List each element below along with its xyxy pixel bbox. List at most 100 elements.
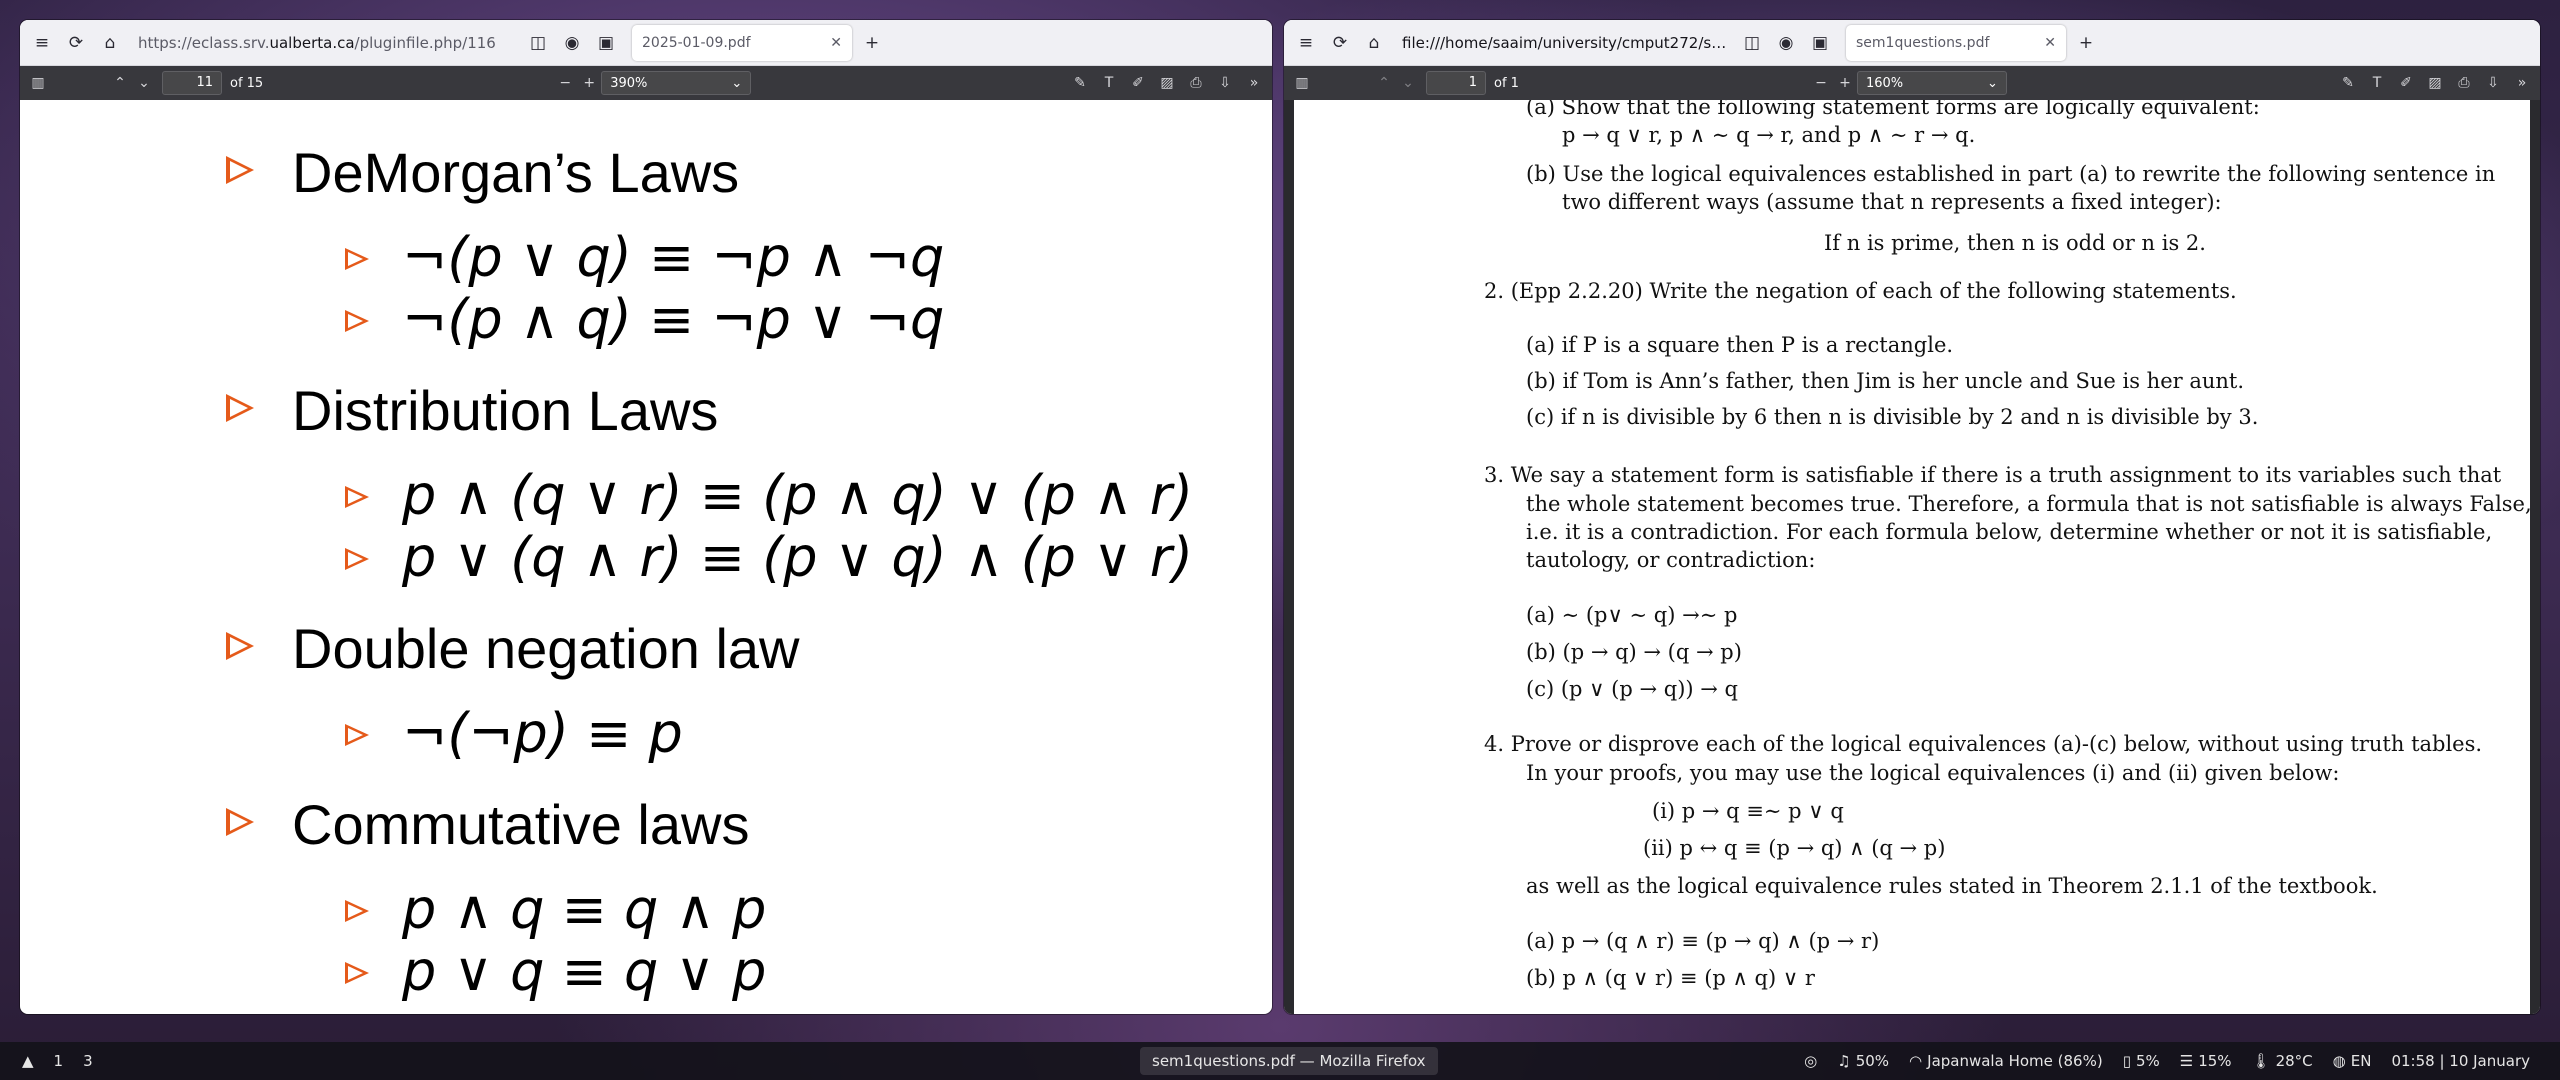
zoom-out-icon[interactable]: − <box>553 71 577 95</box>
menu-icon[interactable]: ≡ <box>28 29 56 57</box>
wifi-indicator[interactable]: ◠ Japanwala Home (86%) <box>1909 1052 2103 1070</box>
next-page-icon[interactable]: ⌄ <box>1396 71 1420 95</box>
q3-line2: the whole statement becomes true. Theref… <box>1526 492 2532 516</box>
zoom-select[interactable]: 160% ⌄ <box>1856 71 2007 95</box>
highlight-icon[interactable]: ✎ <box>1068 71 1092 95</box>
left-pdf-toolbar: ▥ ⌃ ⌄ 11 of 15 − + 390% ⌄ ✎ T ✐ ▨ ⎙ ⇩ » <box>20 66 1272 100</box>
bullet-triangle-icon <box>226 632 254 660</box>
workspace-2[interactable]: 3 <box>83 1052 93 1070</box>
taskbar: ▲ 1 3 sem1questions.pdf — Mozilla Firefo… <box>0 1042 2560 1080</box>
q1b-line1: (b) Use the logical equivalences establi… <box>1526 162 2496 186</box>
print-icon[interactable]: ⎙ <box>1184 71 1208 95</box>
sub-bullet-triangle-icon <box>345 900 369 922</box>
battery-icon: ▯ <box>2122 1052 2131 1070</box>
pocket-icon[interactable]: ◫ <box>1738 29 1766 57</box>
page-number-input[interactable]: 11 <box>162 71 222 95</box>
zoom-out-icon[interactable]: − <box>1809 71 1833 95</box>
more-tools-icon[interactable]: » <box>1242 71 1266 95</box>
volume-indicator[interactable]: ♫ 50% <box>1837 1052 1889 1070</box>
menu-icon[interactable]: ≡ <box>1292 29 1320 57</box>
save-icon[interactable]: ⇩ <box>1213 71 1237 95</box>
q4b: (b) p ∧ (q ∨ r) ≡ (p ∧ q) ∨ r <box>1526 966 1815 990</box>
close-tab-icon[interactable]: ✕ <box>2044 35 2056 51</box>
section-title: DeMorgan’s Laws <box>292 141 740 204</box>
q3b: (b) (p → q) → (q → p) <box>1526 640 1742 664</box>
reload-icon[interactable]: ⟳ <box>1326 29 1354 57</box>
formula: p ∧ q ≡ q ∧ p <box>402 878 767 941</box>
bullet-triangle-icon <box>226 156 254 184</box>
q1b-line3: If n is prime, then n is odd or n is 2. <box>1824 231 2206 255</box>
right-url-bar[interactable]: file:///home/saaim/university/cmput272/s… <box>1402 34 1732 52</box>
battery-indicator[interactable]: ▯ 5% <box>2123 1052 2160 1070</box>
zoom-select[interactable]: 390% ⌄ <box>601 71 752 95</box>
image-icon[interactable]: ▨ <box>1155 71 1179 95</box>
draw-icon[interactable]: ✐ <box>2394 71 2418 95</box>
q4-line3: as well as the logical equivalence rules… <box>1526 874 2378 898</box>
zoom-value: 160% <box>1865 75 1904 91</box>
formula: p ∨ (q ∧ r) ≡ (p ∨ q) ∧ (p ∨ r) <box>402 526 1194 589</box>
globe-icon: ◍ <box>2332 1052 2346 1070</box>
reload-icon[interactable]: ⟳ <box>62 29 90 57</box>
q3a: (a) ∼ (p∨ ∼ q) →∼ p <box>1526 603 1738 627</box>
highlight-icon[interactable]: ✎ <box>2336 71 2360 95</box>
right-pdf-toolbar: ▥ ⌃ ⌄ 1 of 1 − + 160% ⌄ ✎ T ✐ ▨ ⎙ ⇩ » <box>1284 66 2540 100</box>
sub-bullet-triangle-icon <box>345 486 369 508</box>
new-tab-icon[interactable]: + <box>858 29 886 57</box>
pocket-icon[interactable]: ◫ <box>524 29 552 57</box>
image-icon[interactable]: ▨ <box>2423 71 2447 95</box>
sidebar-toggle-icon[interactable]: ▥ <box>1290 71 1314 95</box>
account-icon[interactable]: ◉ <box>1772 29 1800 57</box>
tab-2025-01-09[interactable]: 2025-01-09.pdf ✕ <box>632 24 852 61</box>
left-browser-window: ≡ ⟳ ⌂ https://eclass.srv.ualberta.ca/plu… <box>20 20 1272 1014</box>
sub-bullet-triangle-icon <box>345 310 369 332</box>
formula: ¬(p ∧ q) ≡ ¬p ∨ ¬q <box>402 288 945 351</box>
home-icon[interactable]: ⌂ <box>1360 29 1388 57</box>
left-pdf-viewer[interactable]: DeMorgan’s Laws ¬(p ∨ q) ≡ ¬p ∧ ¬q ¬(p ∧… <box>20 100 1272 1014</box>
print-icon[interactable]: ⎙ <box>2452 71 2476 95</box>
q2-stem: 2. (Epp 2.2.20) Write the negation of ea… <box>1484 279 2237 303</box>
zoom-in-icon[interactable]: + <box>577 71 601 95</box>
bullet-triangle-icon <box>226 808 254 836</box>
save-icon[interactable]: ⇩ <box>2481 71 2505 95</box>
close-tab-icon[interactable]: ✕ <box>830 35 842 51</box>
account-icon[interactable]: ◉ <box>558 29 586 57</box>
extensions-icon[interactable]: ▣ <box>592 29 620 57</box>
zoom-value: 390% <box>610 75 648 91</box>
sub-bullet-triangle-icon <box>345 248 369 270</box>
q1a-line2: p → q ∨ r, p ∧ ∼ q → r, and p ∧ ∼ r → q. <box>1562 123 1976 147</box>
new-tab-icon[interactable]: + <box>2072 29 2100 57</box>
home-icon[interactable]: ⌂ <box>96 29 124 57</box>
zoom-in-icon[interactable]: + <box>1833 71 1857 95</box>
temp-value: 28°C <box>2275 1052 2313 1070</box>
thermometer-icon: 🌡 <box>2251 1052 2271 1070</box>
sidebar-toggle-icon[interactable]: ▥ <box>26 71 50 95</box>
battery-value: 5% <box>2135 1052 2160 1070</box>
formula: p ∧ (q ∨ r) ≡ (p ∧ q) ∨ (p ∧ r) <box>402 464 1194 527</box>
text-icon[interactable]: T <box>1097 71 1121 95</box>
cpu-indicator[interactable]: ☰ 15% <box>2180 1052 2232 1070</box>
language-indicator[interactable]: ◍ EN <box>2333 1052 2372 1070</box>
tab-sem1questions[interactable]: sem1questions.pdf ✕ <box>1846 24 2066 61</box>
cpu-icon: ☰ <box>2179 1052 2194 1070</box>
left-url-bar[interactable]: https://eclass.srv.ualberta.ca/pluginfil… <box>138 34 518 52</box>
sub-bullet-triangle-icon <box>345 548 369 570</box>
text-icon[interactable]: T <box>2365 71 2389 95</box>
privacy-icon[interactable]: ◎ <box>1804 1052 1817 1070</box>
launcher-icon[interactable]: ▲ <box>22 1052 34 1070</box>
prev-page-icon[interactable]: ⌃ <box>108 71 132 95</box>
extensions-icon[interactable]: ▣ <box>1806 29 1834 57</box>
next-page-icon[interactable]: ⌄ <box>132 71 156 95</box>
page-number-input[interactable]: 1 <box>1426 71 1486 95</box>
right-pdf-viewer[interactable]: (a) Show that the following statement fo… <box>1284 100 2540 1014</box>
prev-page-icon[interactable]: ⌃ <box>1372 71 1396 95</box>
active-window-title[interactable]: sem1questions.pdf — Mozilla Firefox <box>1140 1047 1438 1075</box>
chevron-down-icon: ⌄ <box>1987 75 1998 91</box>
q4-line1: 4. Prove or disprove each of the logical… <box>1484 732 2483 756</box>
draw-icon[interactable]: ✐ <box>1126 71 1150 95</box>
more-tools-icon[interactable]: » <box>2510 71 2534 95</box>
workspace-1[interactable]: 1 <box>54 1052 64 1070</box>
clock[interactable]: 01:58 | 10 January <box>2391 1052 2530 1070</box>
q2b: (b) if Tom is Ann’s father, then Jim is … <box>1526 369 2245 393</box>
q1b-line2: two different ways (assume that n repres… <box>1562 190 2222 214</box>
temperature-indicator[interactable]: 🌡 28°C <box>2252 1052 2313 1070</box>
